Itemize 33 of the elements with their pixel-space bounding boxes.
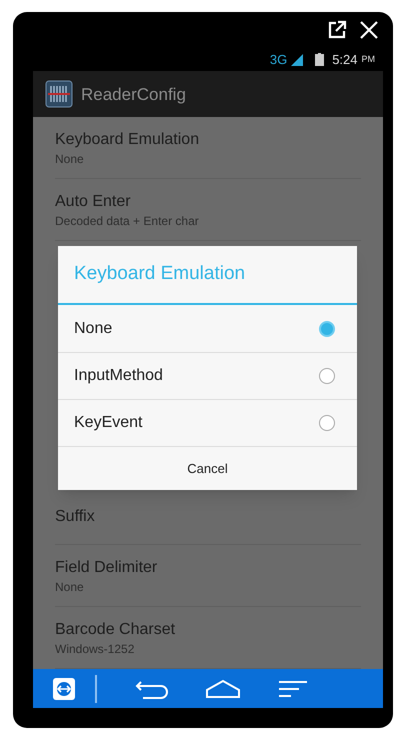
close-icon[interactable] bbox=[359, 20, 379, 40]
option-row[interactable]: KeyEvent bbox=[58, 399, 357, 446]
dialog-title: Keyboard Emulation bbox=[58, 246, 357, 305]
remote-control-icon[interactable] bbox=[53, 678, 75, 700]
setting-summary: Windows-1252 bbox=[55, 640, 134, 657]
back-icon[interactable] bbox=[135, 678, 169, 699]
network-type: 3G bbox=[270, 50, 288, 69]
recent-apps-icon[interactable] bbox=[279, 680, 307, 698]
clock-am-pm: PM bbox=[362, 52, 375, 66]
setting-title[interactable]: Suffix bbox=[55, 506, 95, 528]
setting-title[interactable]: Barcode Charset bbox=[55, 618, 176, 641]
setting-title[interactable]: Auto Enter bbox=[55, 190, 131, 213]
radio-button[interactable] bbox=[319, 368, 335, 384]
open-external-icon[interactable] bbox=[327, 20, 347, 40]
option-label: InputMethod bbox=[74, 366, 163, 386]
setting-summary: Decoded data + Enter char bbox=[55, 212, 199, 229]
home-icon[interactable] bbox=[205, 678, 241, 699]
setting-summary: None bbox=[55, 150, 84, 167]
battery-icon bbox=[315, 53, 324, 66]
setting-title[interactable]: Field Delimiter bbox=[55, 556, 158, 579]
radio-button[interactable] bbox=[319, 415, 335, 431]
signal-icon bbox=[291, 54, 304, 66]
option-row[interactable]: None bbox=[58, 305, 357, 352]
option-label: KeyEvent bbox=[74, 413, 142, 433]
cancel-button[interactable]: Cancel bbox=[58, 446, 357, 490]
option-row[interactable]: InputMethod bbox=[58, 352, 357, 399]
option-label: None bbox=[74, 318, 112, 338]
clock-time: 5:24 bbox=[332, 50, 358, 69]
barcode-app-icon bbox=[45, 80, 73, 108]
radio-button[interactable] bbox=[319, 320, 335, 336]
app-title: ReaderConfig bbox=[81, 84, 186, 106]
setting-summary: None bbox=[55, 578, 84, 595]
setting-title[interactable]: Keyboard Emulation bbox=[55, 128, 200, 151]
